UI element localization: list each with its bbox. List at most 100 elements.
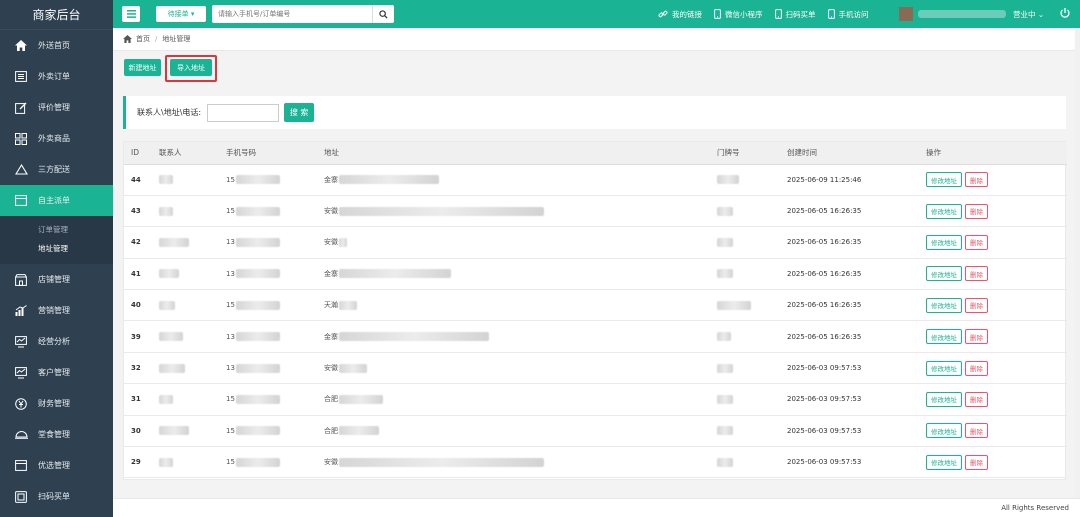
address-prefix: 合肥	[324, 426, 338, 435]
search-icon	[379, 9, 388, 19]
monitor-icon	[14, 366, 28, 380]
sidebar-item-label: 外卖订单	[38, 72, 70, 81]
edit-address-button[interactable]: 修改地址	[926, 391, 962, 407]
cloud-icon	[14, 163, 28, 177]
sidebar-item[interactable]: 营销管理	[0, 295, 113, 326]
cell-door	[710, 446, 780, 479]
cell-phone: 13	[219, 352, 317, 385]
delete-button[interactable]: 删除	[965, 203, 988, 219]
redacted-door	[717, 237, 733, 247]
address-prefix: 安徽	[324, 458, 338, 467]
cell-door	[710, 320, 780, 353]
dining-icon	[14, 428, 28, 442]
edit-address-button[interactable]: 修改地址	[926, 297, 962, 313]
sidebar-item[interactable]: 财务管理	[0, 388, 113, 419]
order-search-input[interactable]	[212, 5, 372, 23]
cell-phone: 13	[219, 258, 317, 291]
edit-address-button[interactable]: 修改地址	[926, 172, 962, 188]
edit-address-button[interactable]: 修改地址	[926, 454, 962, 470]
cell-contact	[152, 446, 219, 479]
edit-address-button[interactable]: 修改地址	[926, 203, 962, 219]
delete-button[interactable]: 删除	[965, 172, 988, 188]
mobile-access-label: 手机访问	[838, 9, 869, 19]
filter-input[interactable]	[207, 103, 280, 122]
new-address-button[interactable]: 新建地址	[124, 59, 161, 76]
monitor-icon	[14, 335, 28, 349]
sidebar-item[interactable]: 优选管理	[0, 450, 113, 481]
delete-button[interactable]: 删除	[965, 360, 988, 376]
cell-id: 43	[124, 195, 152, 228]
sidebar-item[interactable]: 扫码买单	[0, 481, 113, 512]
cell-address: 金寨	[317, 258, 710, 291]
redacted-contact	[159, 237, 189, 247]
delete-button[interactable]: 删除	[965, 329, 988, 345]
cell-door	[710, 289, 780, 322]
delete-button[interactable]: 删除	[965, 234, 988, 250]
filter-search-button[interactable]: 搜 索	[284, 103, 315, 122]
search-button[interactable]	[372, 5, 394, 23]
mobile-access-link[interactable]: 手机访问	[827, 9, 869, 20]
cell-contact	[152, 258, 219, 291]
cell-contact	[152, 289, 219, 322]
edit-address-button[interactable]: 修改地址	[926, 423, 962, 439]
table-body: 44 15 金寨 2025-06-09 11:25:46 修改地址 删除 43 15 安徽 202…	[124, 164, 1067, 479]
cell-phone: 13	[219, 320, 317, 353]
order-status-select[interactable]: 待接单 ▾	[156, 6, 206, 22]
redacted-address	[339, 206, 544, 216]
sidebar-item[interactable]: 经营分析	[0, 326, 113, 357]
delete-button[interactable]: 删除	[965, 266, 988, 282]
page-scrollbar[interactable]	[1075, 28, 1080, 498]
wechat-link-label: 微信小程序	[725, 9, 763, 19]
sidebar-item[interactable]: 店铺管理	[0, 264, 113, 295]
sidebar-item[interactable]: 外卖订单	[0, 61, 113, 92]
sidebar-item[interactable]: 外卖商品	[0, 123, 113, 154]
delete-button[interactable]: 删除	[965, 297, 988, 313]
delete-button[interactable]: 删除	[965, 454, 988, 470]
avatar[interactable]	[899, 7, 913, 21]
sidebar-item[interactable]: 评价管理	[0, 92, 113, 123]
logout-button[interactable]	[1059, 7, 1071, 21]
address-prefix: 金寨	[324, 269, 338, 278]
sidebar-item[interactable]: 客户管理	[0, 357, 113, 388]
filter-panel: 联系人\地址\电话: 搜 索	[123, 96, 1066, 129]
breadcrumb-home[interactable]: 首页	[136, 34, 150, 44]
table-row: 41 13 金寨 2025-06-05 16:26:35 修改地址 删除	[124, 258, 1067, 291]
sidebar-subitem[interactable]: 地址管理	[0, 239, 113, 258]
breadcrumb: 首页 / 地址管理	[113, 28, 1080, 51]
sidebar-item[interactable]: 自主派单	[0, 185, 113, 216]
edit-address-button[interactable]: 修改地址	[926, 234, 962, 250]
redacted-phone	[235, 300, 280, 310]
sidebar-item[interactable]: 三方配送	[0, 154, 113, 185]
cell-contact	[152, 383, 219, 416]
delete-button[interactable]: 删除	[965, 423, 988, 439]
scan-icon	[14, 490, 28, 504]
my-link[interactable]: 我的链接	[658, 9, 702, 20]
sidebar-item[interactable]: 外送首页	[0, 30, 113, 61]
cell-id: 39	[124, 320, 152, 353]
menu-toggle-button[interactable]	[122, 6, 140, 22]
cell-address: 安徽	[317, 446, 710, 479]
edit-address-button[interactable]: 修改地址	[926, 266, 962, 282]
cell-address: 合肥	[317, 383, 710, 416]
col-door: 门牌号	[710, 142, 780, 165]
table-row: 29 15 安徽 2025-06-03 09:57:53 修改地址 删除	[124, 446, 1067, 479]
import-address-button[interactable]: 导入地址	[170, 59, 212, 76]
business-status-dropdown[interactable]: 营业中 ⌄	[1013, 0, 1044, 28]
redacted-address	[339, 332, 489, 342]
wechat-miniprogram-link[interactable]: 微信小程序	[714, 9, 763, 20]
edit-address-button[interactable]: 修改地址	[926, 360, 962, 376]
cell-address: 安徽	[317, 195, 710, 228]
address-table: ID 联系人 手机号码 地址 门牌号 创建时间 操作 44 15 金寨 2025-06…	[123, 141, 1067, 480]
edit-address-button[interactable]: 修改地址	[926, 329, 962, 345]
sidebar-subitem[interactable]: 订单管理	[0, 220, 113, 239]
address-prefix: 天瀚	[324, 301, 338, 310]
sidebar-item[interactable]: 堂食管理	[0, 419, 113, 450]
delete-button[interactable]: 删除	[965, 391, 988, 407]
address-prefix: 合肥	[324, 395, 338, 404]
cell-actions: 修改地址 删除	[919, 352, 1067, 385]
scan-pay-link[interactable]: 扫码买单	[774, 9, 816, 20]
sidebar-item-label: 店铺管理	[38, 275, 70, 284]
col-contact: 联系人	[152, 142, 219, 165]
address-prefix: 金寨	[324, 175, 338, 184]
cell-id: 32	[124, 352, 152, 385]
